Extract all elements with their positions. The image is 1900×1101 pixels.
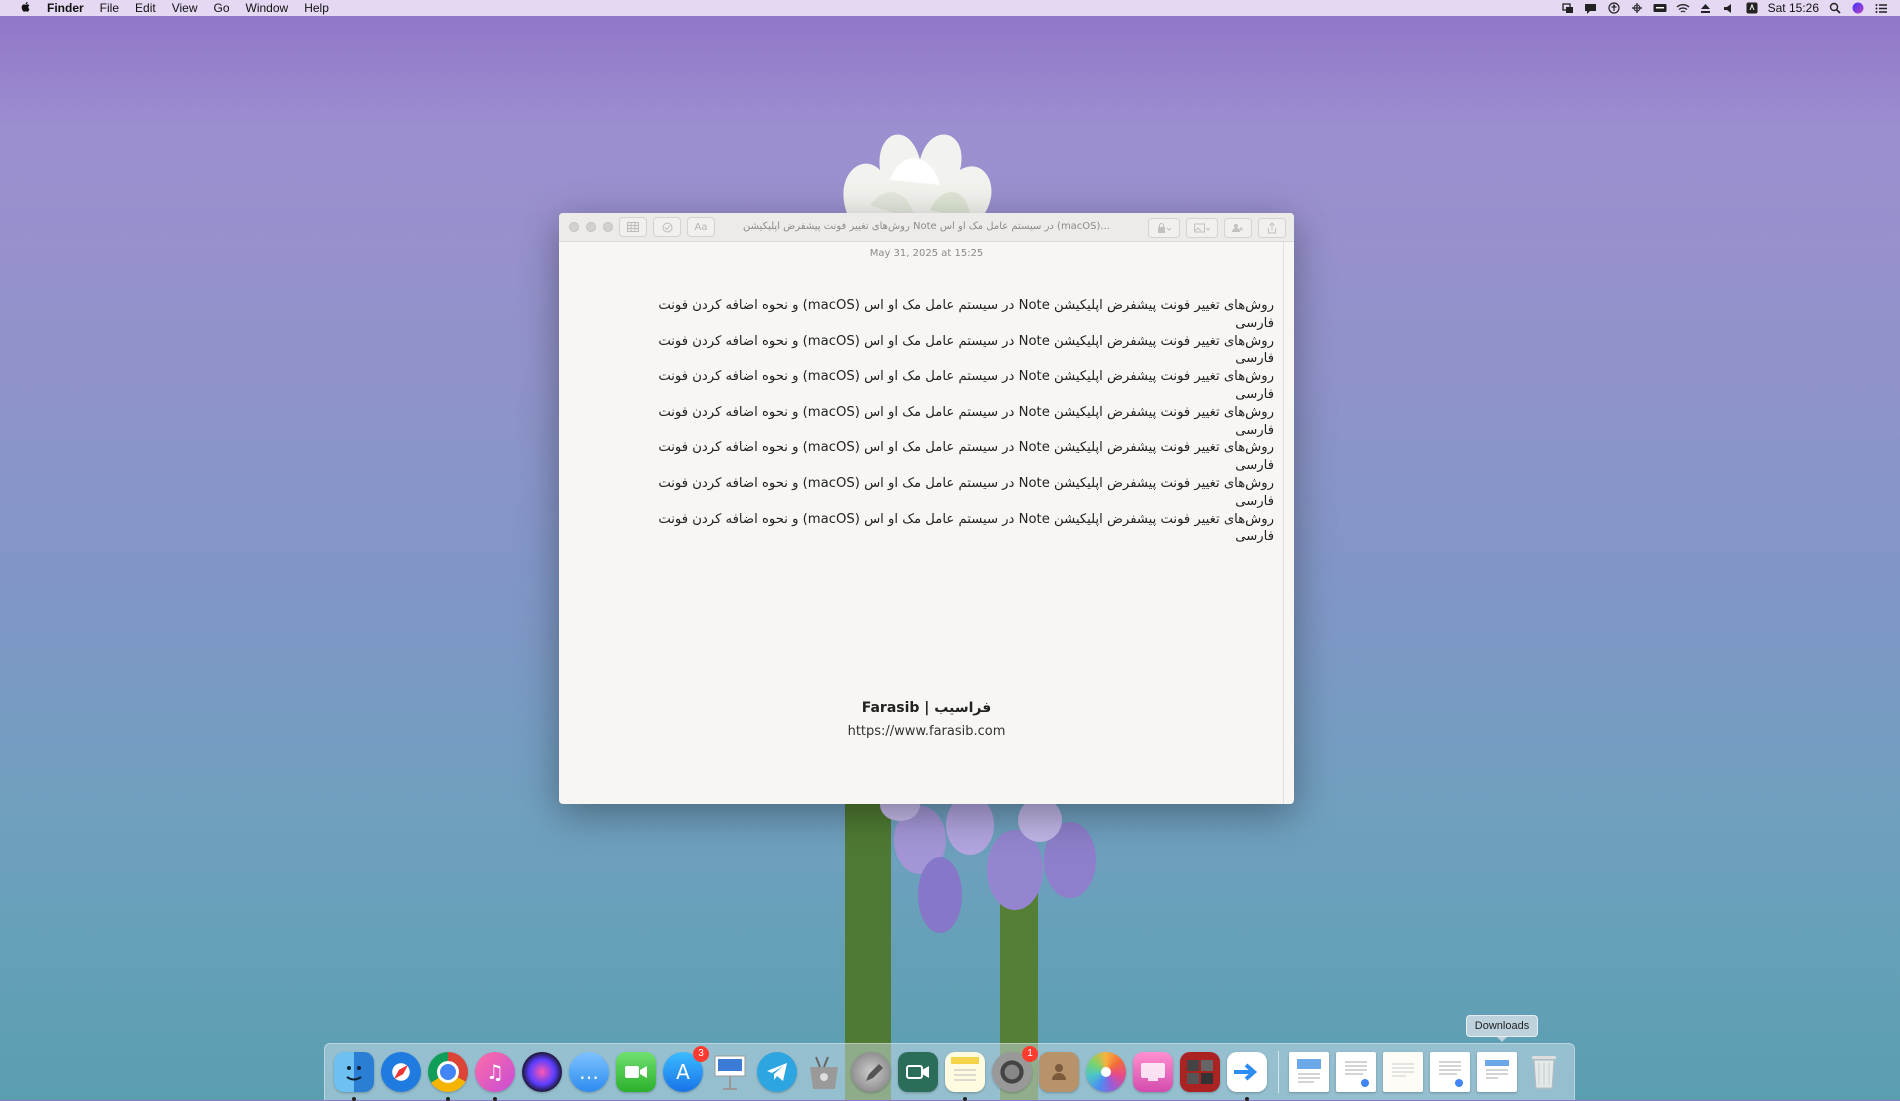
- menu-help[interactable]: Help: [296, 1, 337, 15]
- table-icon[interactable]: [619, 217, 647, 237]
- running-indicator: [352, 1097, 356, 1101]
- menu-window[interactable]: Window: [238, 1, 297, 15]
- minimize-button[interactable]: [586, 222, 596, 232]
- note-date: May 31, 2025 at 15:25: [869, 248, 984, 259]
- dock-tooltip: Downloads: [1466, 1015, 1538, 1042]
- note-line: روش‌های تغییر فونت پیشفرض اپلیکیشن Note …: [658, 440, 1274, 474]
- collaborate-icon[interactable]: [1224, 218, 1252, 238]
- document-thumbnail-icon[interactable]: [1336, 1052, 1376, 1092]
- running-indicator: [963, 1097, 967, 1101]
- dock: ♫ … A 3 1: [324, 1043, 1575, 1101]
- watermark-url: https://www.farasib.com: [847, 724, 1006, 739]
- siri-app-icon[interactable]: [522, 1052, 562, 1092]
- menu-edit[interactable]: Edit: [127, 1, 164, 15]
- note-line: روش‌های تغییر فونت پیشفرض اپلیکیشن Note …: [658, 333, 1274, 367]
- archive-utility-icon[interactable]: [804, 1052, 844, 1092]
- menu-file[interactable]: File: [92, 1, 127, 15]
- note-line: روش‌های تغییر فونت پیشفرض اپلیکیشن Note …: [658, 475, 1274, 509]
- note-text-area[interactable]: روش‌های تغییر فونت پیشفرض اپلیکیشن Note …: [654, 297, 1274, 546]
- media-icon[interactable]: [1186, 218, 1218, 238]
- menu-app-name[interactable]: Finder: [39, 1, 92, 15]
- watermark-brand: Farasib | فراسیب: [861, 700, 992, 716]
- share-icon[interactable]: [1258, 218, 1286, 238]
- running-indicator: [446, 1097, 450, 1101]
- notification-icon[interactable]: [1584, 2, 1598, 14]
- messages-icon[interactable]: …: [569, 1052, 609, 1092]
- photo-booth-icon[interactable]: [1180, 1052, 1220, 1092]
- notes-app-icon[interactable]: [945, 1052, 985, 1101]
- chrome-icon[interactable]: [428, 1052, 468, 1101]
- notes-window: Aa روش‌های تغییر فونت پیشفرض اپلیکیشن No…: [559, 213, 1294, 804]
- running-indicator: [1245, 1097, 1249, 1101]
- app-tray-icon[interactable]: [1745, 2, 1759, 14]
- window-titlebar[interactable]: Aa روش‌های تغییر فونت پیشفرض اپلیکیشن No…: [559, 213, 1294, 242]
- facetime-icon[interactable]: [616, 1052, 656, 1092]
- folder-stack-icon[interactable]: [1383, 1052, 1423, 1092]
- eject-icon[interactable]: [1699, 2, 1713, 14]
- document-stack-icon[interactable]: [1430, 1052, 1470, 1092]
- safari-icon[interactable]: [381, 1052, 421, 1092]
- spotlight-search-icon[interactable]: [1828, 2, 1842, 14]
- app-store-icon[interactable]: A 3: [663, 1046, 709, 1092]
- grid-icon[interactable]: [1630, 2, 1644, 14]
- note-line: روش‌های تغییر فونت پیشفرض اپلیکیشن Note …: [658, 404, 1274, 438]
- menu-view[interactable]: View: [164, 1, 206, 15]
- zoom-button[interactable]: [603, 222, 613, 232]
- screen-mirror-icon[interactable]: [1561, 2, 1575, 14]
- trash-icon[interactable]: [1524, 1052, 1564, 1092]
- note-line: روش‌های تغییر فونت پیشفرض اپلیکیشن Note …: [658, 369, 1274, 402]
- downloads-stack-icon[interactable]: [1477, 1052, 1517, 1092]
- app-store-badge: 3: [693, 1046, 709, 1062]
- menu-go[interactable]: Go: [206, 1, 238, 15]
- note-line: روش‌های تغییر فونت پیشفرض اپلیکیشن Note …: [658, 511, 1274, 545]
- menu-bar: Finder File Edit View Go Window Help Sat…: [0, 0, 1900, 16]
- close-button[interactable]: [569, 222, 579, 232]
- wifi-icon[interactable]: [1676, 2, 1690, 14]
- preview-app-icon[interactable]: [1227, 1052, 1267, 1101]
- system-preferences-icon[interactable]: 1: [992, 1046, 1038, 1092]
- volume-icon[interactable]: [1722, 2, 1736, 14]
- checklist-icon[interactable]: [653, 217, 681, 237]
- clean-my-mac-icon[interactable]: [1133, 1052, 1173, 1092]
- telegram-icon[interactable]: [757, 1052, 797, 1092]
- contacts-icon[interactable]: [1039, 1052, 1079, 1092]
- lock-icon[interactable]: [1148, 218, 1180, 238]
- running-indicator: [493, 1097, 497, 1101]
- itunes-icon[interactable]: ♫: [475, 1052, 515, 1101]
- keyboard-icon[interactable]: [1653, 2, 1667, 14]
- dock-separator: [1278, 1051, 1279, 1093]
- keynote-icon[interactable]: [710, 1052, 750, 1092]
- finder-icon[interactable]: [334, 1052, 374, 1101]
- system-preferences-badge: 1: [1022, 1046, 1038, 1062]
- accessibility-icon[interactable]: [1607, 2, 1621, 14]
- note-line: روش‌های تغییر فونت پیشفرض اپلیکیشن Note …: [658, 298, 1274, 331]
- recent-document-icon[interactable]: [1289, 1052, 1329, 1092]
- notification-center-icon[interactable]: [1874, 2, 1888, 14]
- apple-menu-icon[interactable]: [12, 1, 39, 16]
- clock[interactable]: Sat 15:26: [1768, 1, 1819, 15]
- format-font-button[interactable]: Aa: [687, 217, 715, 237]
- zoom-meeting-icon[interactable]: [898, 1052, 938, 1092]
- launchpad-icon[interactable]: [851, 1052, 891, 1092]
- wallpaper-flower-top: [843, 134, 992, 220]
- photos-icon[interactable]: [1086, 1052, 1126, 1092]
- scrollbar[interactable]: [1283, 242, 1294, 804]
- siri-icon[interactable]: [1851, 2, 1865, 14]
